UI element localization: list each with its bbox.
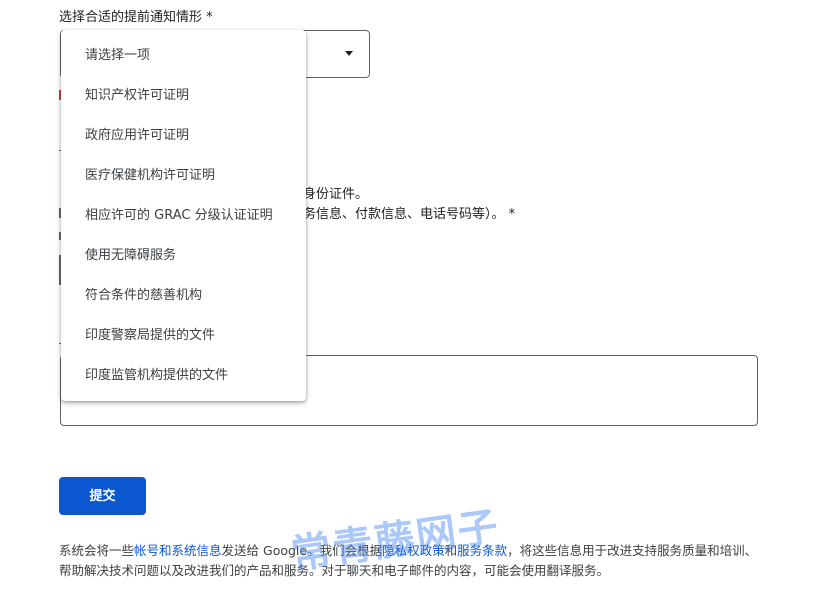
footer-notice: 系统会将一些帐号和系统信息发送给 Google。我们会根据隐私权政策和服务条款，… [59, 541, 759, 581]
notice-type-dropdown-menu: 请选择一项 知识产权许可证明 政府应用许可证明 医疗保健机构许可证明 相应许可的… [61, 30, 306, 401]
partial-description-line: 财务信息、付款信息、电话号码等）。 * [290, 207, 516, 222]
dropdown-option[interactable]: 请选择一项 [61, 36, 306, 76]
account-info-link[interactable]: 帐号和系统信息 [134, 543, 222, 558]
dropdown-option[interactable]: 知识产权许可证明 [61, 76, 306, 116]
dropdown-caret-icon [345, 51, 353, 56]
dropdown-option[interactable]: 印度监管机构提供的文件 [61, 356, 306, 396]
submit-button[interactable]: 提交 [59, 477, 146, 515]
dropdown-option[interactable]: 医疗保健机构许可证明 [61, 156, 306, 196]
footer-text: 发送给 Google。 [221, 543, 320, 558]
form-page: 选择合适的提前通知情形 * 或身份证件。 财务信息、付款信息、电话号码等）。 *… [0, 0, 819, 606]
notice-type-label: 选择合适的提前通知情形 * [59, 10, 213, 25]
footer-text: 系统会将一些 [59, 543, 135, 558]
terms-of-service-link[interactable]: 服务条款 [457, 543, 507, 558]
footer-text: 和 [444, 543, 458, 558]
dropdown-option[interactable]: 政府应用许可证明 [61, 116, 306, 156]
privacy-policy-link[interactable]: 隐私权政策 [382, 543, 445, 558]
dropdown-option[interactable]: 印度警察局提供的文件 [61, 316, 306, 356]
dropdown-option[interactable]: 使用无障碍服务 [61, 236, 306, 276]
footer-text: 我们会根据 [319, 543, 383, 558]
dropdown-option[interactable]: 相应许可的 GRAC 分级认证证明 [61, 196, 306, 236]
dropdown-option[interactable]: 符合条件的慈善机构 [61, 276, 306, 316]
